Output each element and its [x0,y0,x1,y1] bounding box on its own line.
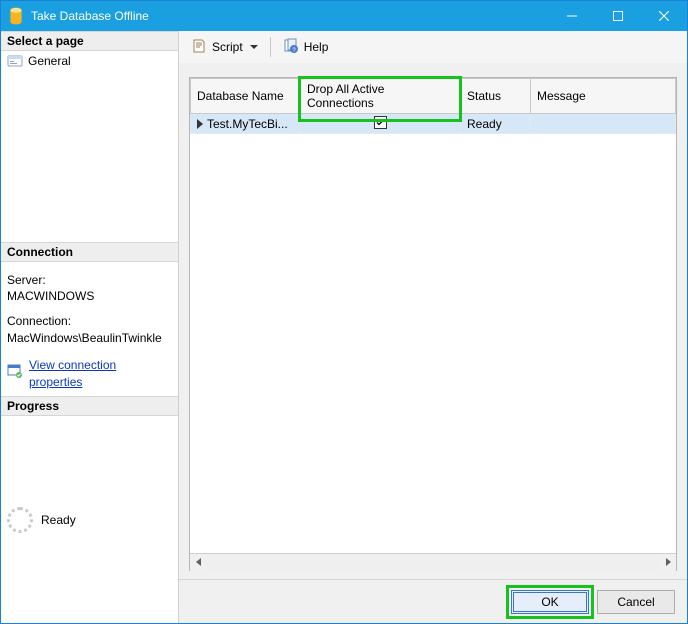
left-panel: Select a page General Connection Server:… [1,31,179,623]
scroll-track[interactable] [207,554,659,571]
cell-status: Ready [461,114,531,134]
connection-label: Connection: [7,313,172,330]
script-icon [191,38,207,57]
page-item-general[interactable]: General [1,51,178,71]
progress-status: Ready [41,513,76,527]
cell-db-name-text: Test.MyTecBi... [207,117,288,131]
drop-connections-checkbox[interactable] [374,116,387,129]
table-row[interactable]: Test.MyTecBi... Ready [191,114,676,134]
col-message[interactable]: Message [531,79,676,114]
horizontal-scrollbar[interactable] [190,553,676,570]
cancel-button[interactable]: Cancel [597,590,675,614]
minimize-button[interactable] [549,1,595,31]
properties-icon [7,363,23,384]
cell-db-name: Test.MyTecBi... [191,114,301,134]
maximize-button[interactable] [595,1,641,31]
cell-message [531,114,676,134]
toolbar: Script ? Help [179,31,687,63]
progress-header: Progress [1,396,178,416]
scroll-right-arrow-icon[interactable] [659,554,676,571]
help-button[interactable]: ? Help [279,36,333,59]
titlebar[interactable]: Take Database Offline [1,1,687,31]
col-status[interactable]: Status [461,79,531,114]
close-button[interactable] [641,1,687,31]
help-icon: ? [283,38,299,57]
connection-body: Server: MACWINDOWS Connection: MacWindow… [1,262,178,397]
pages-list: General [1,51,178,242]
help-label: Help [304,40,329,54]
cell-drop-connections[interactable] [301,114,461,134]
scroll-left-arrow-icon[interactable] [190,554,207,571]
progress-body: Ready [1,416,178,623]
select-page-header: Select a page [1,31,178,51]
ok-button[interactable]: OK [511,590,589,614]
databases-grid[interactable]: Database Name Drop All Active Connection… [189,77,677,571]
progress-spinner-icon [7,507,33,533]
window-title: Take Database Offline [31,9,549,23]
script-button[interactable]: Script [187,36,262,59]
dialog-window: Take Database Offline Select a page Gene… [0,0,688,624]
page-item-label: General [28,54,71,68]
page-icon [7,53,23,69]
col-drop-connections[interactable]: Drop All Active Connections [301,79,461,114]
server-label: Server: [7,272,172,289]
toolbar-separator [270,37,271,57]
chevron-down-icon[interactable] [250,45,258,49]
app-icon [7,7,25,25]
server-value: MACWINDOWS [7,288,172,305]
connection-header: Connection [1,242,178,262]
dialog-buttons: OK Cancel [179,579,687,623]
right-panel: Script ? Help [179,31,687,623]
script-label: Script [212,40,243,54]
connection-value: MacWindows\BeaulinTwinkle [7,330,172,347]
row-pointer-icon [197,119,203,129]
view-connection-properties-link[interactable]: View connection properties [29,357,172,391]
col-database-name[interactable]: Database Name [191,79,301,114]
